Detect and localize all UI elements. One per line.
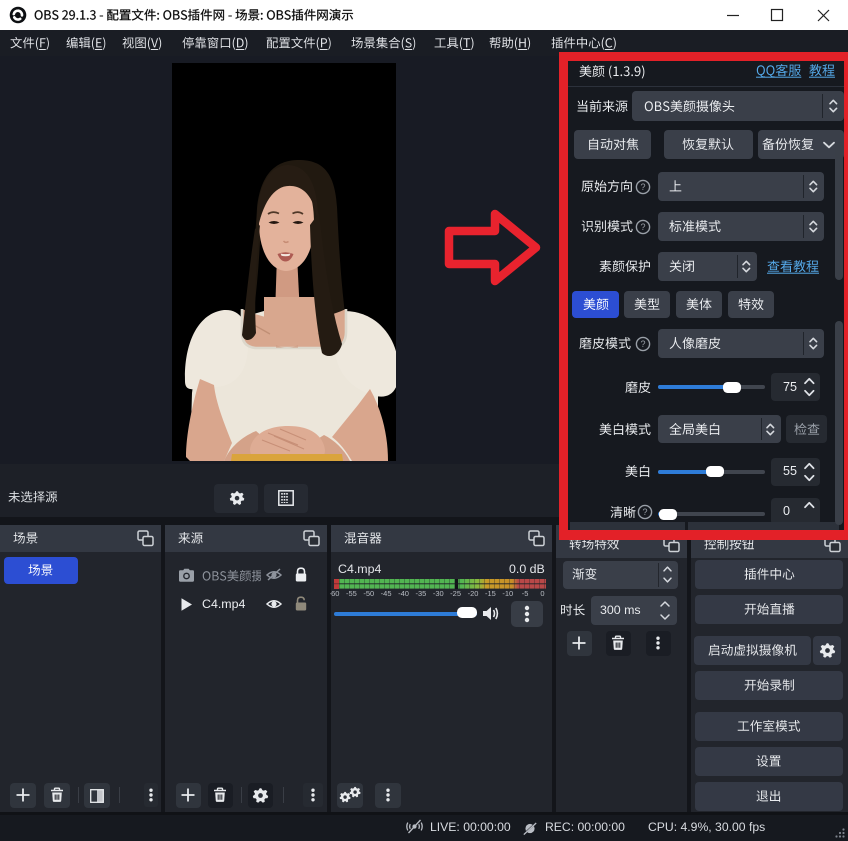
svg-text:-15: -15 [485, 589, 496, 598]
svg-text:?: ? [640, 182, 645, 192]
svg-text:-10: -10 [502, 589, 513, 598]
svg-text:-45: -45 [381, 589, 392, 598]
svg-text:-40: -40 [398, 589, 409, 598]
svg-text:?: ? [640, 222, 645, 232]
svg-text:?: ? [640, 339, 645, 349]
svg-text:-55: -55 [346, 589, 357, 598]
svg-text:-5: -5 [522, 589, 529, 598]
svg-text:-25: -25 [450, 589, 461, 598]
svg-text:-60: -60 [330, 589, 339, 598]
svg-text:-20: -20 [468, 589, 479, 598]
svg-text:-35: -35 [415, 589, 426, 598]
svg-text:-30: -30 [433, 589, 444, 598]
svg-text:-50: -50 [363, 589, 374, 598]
svg-text:0: 0 [540, 589, 544, 598]
svg-text:?: ? [642, 507, 647, 517]
